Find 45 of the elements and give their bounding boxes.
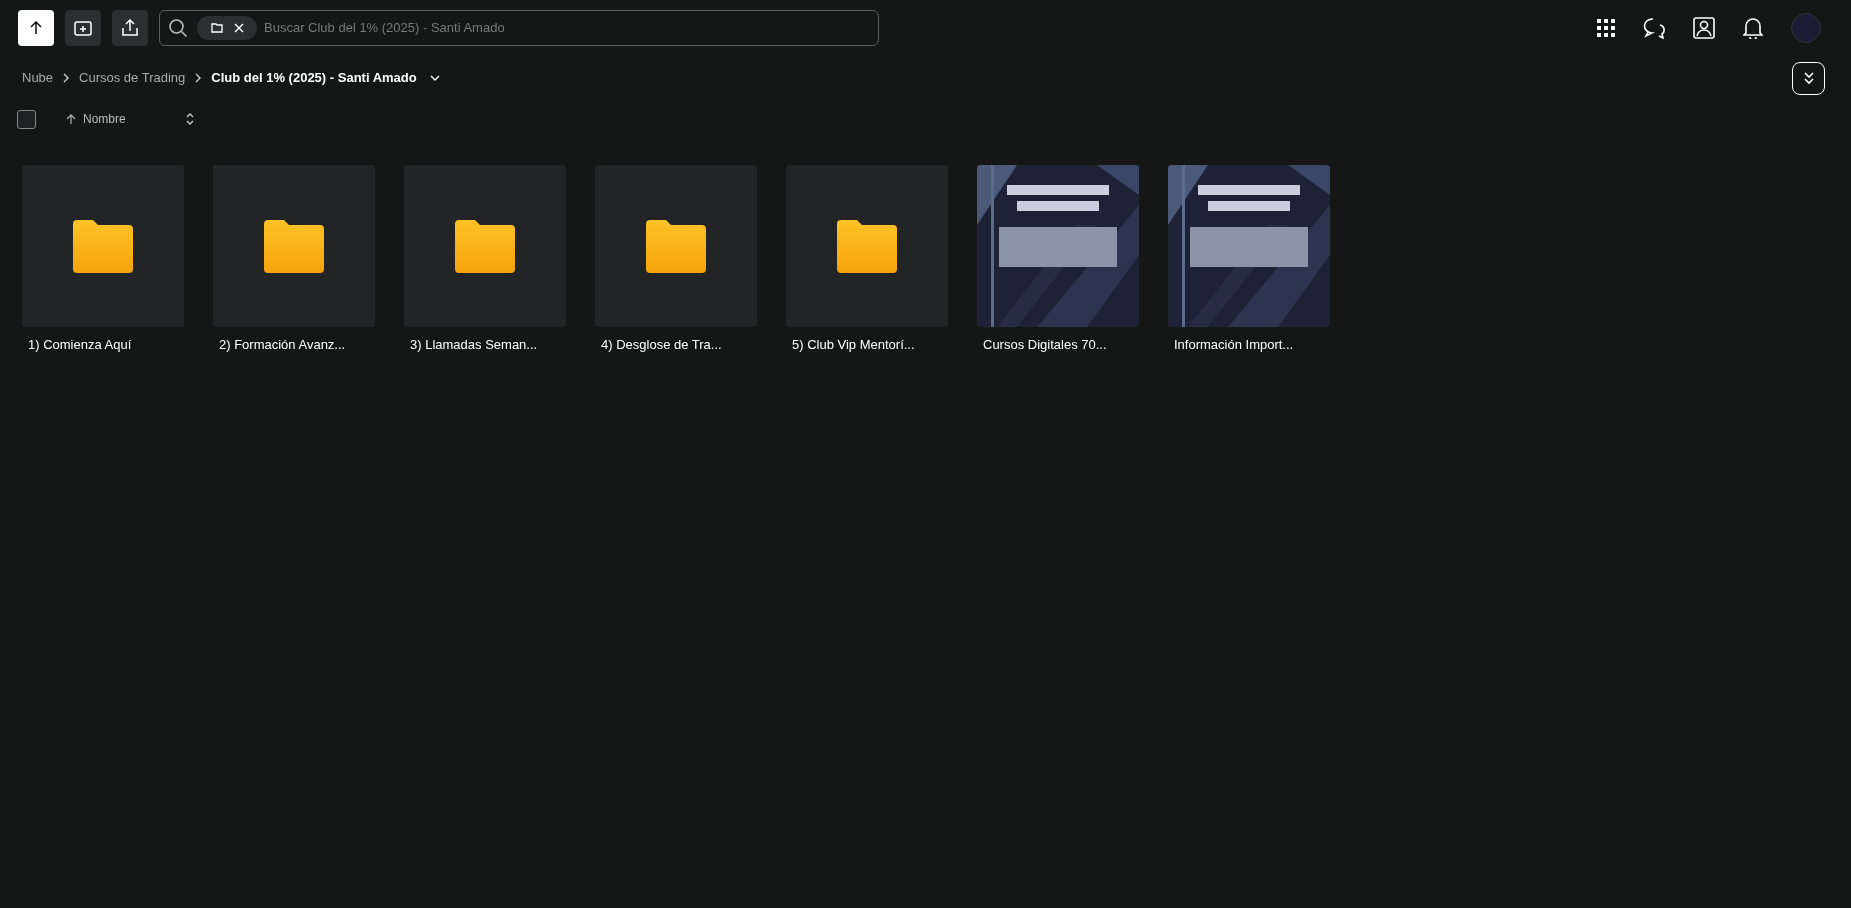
folder-tile[interactable] [595, 165, 757, 327]
breadcrumb-link[interactable]: Cursos de Trading [79, 68, 186, 88]
folder-tile[interactable] [213, 165, 375, 327]
breadcrumb-link[interactable]: Club del 1% (2025) - Santi Amado [211, 68, 417, 88]
breadcrumb-link[interactable]: Nube [22, 68, 54, 88]
collapse-button[interactable] [1792, 61, 1825, 95]
search-field[interactable]: Buscar Club del 1% (2025) - Santi Amado [159, 10, 879, 46]
file-name[interactable]: 2) Formación Avanz... [219, 335, 375, 355]
folder-icon [837, 219, 897, 273]
arrow-up-icon [66, 113, 76, 125]
folder-tile[interactable] [786, 165, 948, 327]
apps-grid-icon[interactable] [1597, 19, 1615, 37]
add-folder-icon [74, 20, 92, 36]
chevrons-down-icon [1801, 71, 1816, 85]
chevron-down-icon[interactable] [429, 74, 440, 82]
contact-icon[interactable] [1693, 17, 1715, 39]
chevron-right-icon [62, 73, 71, 83]
file-name[interactable]: 5) Club Vip Mentorí... [792, 335, 948, 355]
file-name[interactable]: 4) Desglose de Tra... [601, 335, 757, 355]
share-button[interactable] [112, 10, 148, 46]
folder-icon [264, 219, 324, 273]
file-name[interactable]: 3) Llamadas Seman... [410, 335, 566, 355]
sort-control[interactable]: Nombre [66, 110, 194, 128]
sort-toggle-icon [186, 113, 194, 125]
close-icon[interactable] [233, 23, 244, 33]
folder-icon [646, 219, 706, 273]
search-icon [168, 18, 188, 38]
search-input[interactable]: Buscar Club del 1% (2025) - Santi Amado [264, 18, 870, 38]
file-name[interactable]: Cursos Digitales 70... [983, 335, 1139, 355]
sort-label: Nombre [83, 111, 126, 128]
folder-icon [73, 219, 133, 273]
chevron-right-icon [194, 73, 203, 83]
select-all-checkbox[interactable] [17, 109, 36, 129]
folder-tile[interactable] [22, 165, 184, 327]
file-name[interactable]: Información Import... [1174, 335, 1330, 355]
folder-tile[interactable] [404, 165, 566, 327]
new-folder-button[interactable] [65, 10, 101, 46]
folder-filter-chip[interactable] [197, 16, 257, 40]
folder-icon [210, 23, 223, 33]
share-icon [122, 19, 138, 37]
upload-button[interactable] [18, 10, 54, 46]
bell-icon[interactable] [1743, 17, 1763, 39]
file-name[interactable]: 1) Comienza Aquí [28, 335, 184, 355]
folder-icon [455, 219, 515, 273]
arrow-up-icon [28, 20, 44, 36]
